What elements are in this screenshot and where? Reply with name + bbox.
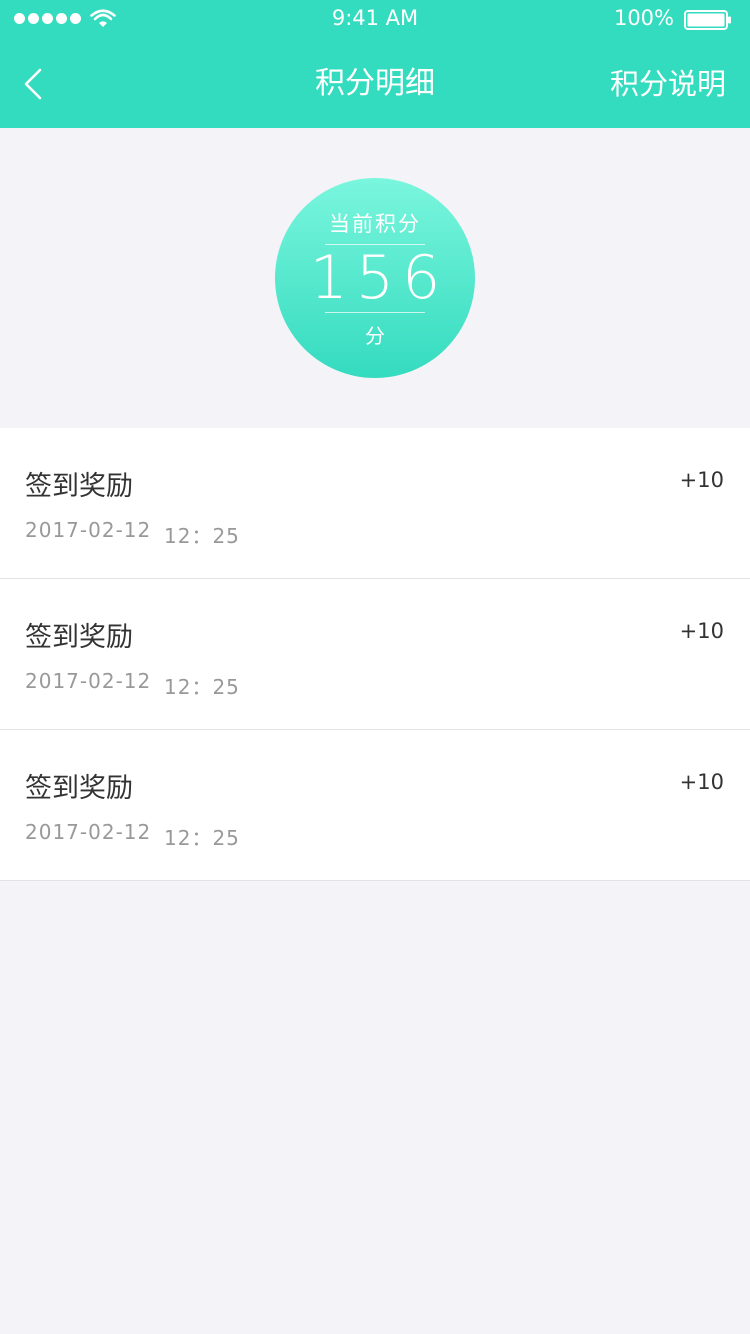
battery-percentage: 100%	[613, 6, 674, 30]
record-time: 12：25	[164, 524, 240, 548]
back-button[interactable]	[14, 62, 58, 106]
list-item: 签到奖励 +10 2017-02-12 12：25	[0, 730, 750, 881]
record-title: 签到奖励	[25, 471, 133, 502]
record-points: +10	[679, 619, 724, 643]
points-unit: 分	[365, 324, 385, 348]
record-date: 2017-02-12	[25, 518, 152, 542]
record-date: 2017-02-12	[25, 820, 152, 844]
list-item: 签到奖励 +10 2017-02-12 12：25	[0, 579, 750, 730]
record-title: 签到奖励	[25, 773, 133, 804]
chevron-left-icon	[24, 68, 42, 100]
status-bar: 9:41 AM 100%	[0, 0, 750, 40]
points-record-list: 签到奖励 +10 2017-02-12 12：25 签到奖励 +10 2017-…	[0, 428, 750, 881]
current-points-value: 156	[309, 243, 449, 313]
divider	[325, 312, 425, 313]
record-time: 12：25	[164, 675, 240, 699]
record-points: +10	[679, 770, 724, 794]
record-points: +10	[679, 468, 724, 492]
nav-bar: 积分明细 积分说明	[0, 40, 750, 128]
current-points-label: 当前积分	[329, 212, 421, 236]
record-title: 签到奖励	[25, 622, 133, 653]
battery-icon	[684, 10, 731, 30]
list-item: 签到奖励 +10 2017-02-12 12：25	[0, 428, 750, 579]
header: 9:41 AM 100% 积分明细 积分说明	[0, 0, 750, 128]
record-date: 2017-02-12	[25, 669, 152, 693]
points-rules-link[interactable]: 积分说明	[610, 40, 726, 128]
current-points-badge: 当前积分 156 分	[275, 178, 475, 378]
record-time: 12：25	[164, 826, 240, 850]
